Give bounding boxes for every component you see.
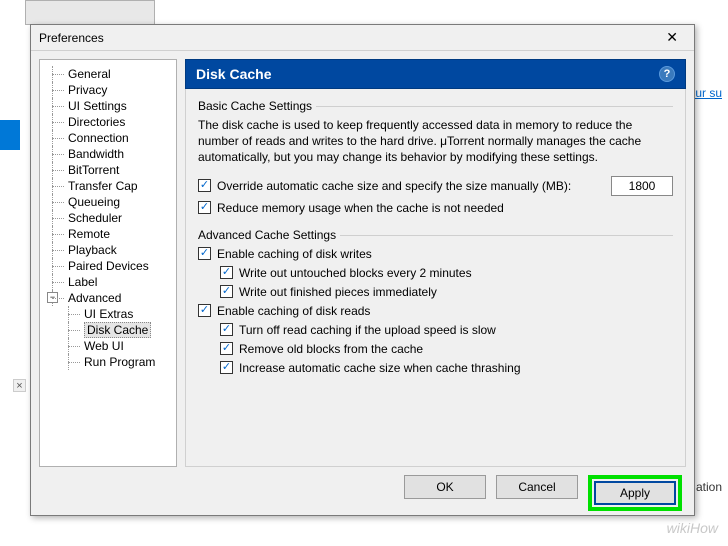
writes-finished-checkbox[interactable]: ✓ (220, 285, 233, 298)
reads-checkbox[interactable]: ✓ (198, 304, 211, 317)
titlebar: Preferences ✕ (31, 25, 694, 51)
category-tree[interactable]: General Privacy UI Settings Directories … (39, 59, 177, 467)
watermark: wikiHow (667, 520, 718, 536)
preferences-dialog: Preferences ✕ General Privacy UI Setting… (30, 24, 695, 516)
tree-item-privacy[interactable]: Privacy (42, 82, 174, 98)
tree-item-ui-extras[interactable]: UI Extras (42, 306, 174, 322)
tree-item-queueing[interactable]: Queueing (42, 194, 174, 210)
ok-button[interactable]: OK (404, 475, 486, 499)
tree-item-playback[interactable]: Playback (42, 242, 174, 258)
tree-item-scheduler[interactable]: Scheduler (42, 210, 174, 226)
expander-icon[interactable]: − (47, 292, 58, 303)
tree-item-transfer-cap[interactable]: Transfer Cap (42, 178, 174, 194)
panel-title: Disk Cache (196, 66, 271, 82)
writes-row: ✓ Enable caching of disk writes (198, 247, 673, 261)
basic-description: The disk cache is used to keep frequentl… (198, 117, 673, 166)
reads-remove-row: ✓ Remove old blocks from the cache (220, 342, 673, 356)
reads-thrash-checkbox[interactable]: ✓ (220, 361, 233, 374)
reduce-label: Reduce memory usage when the cache is no… (217, 201, 504, 215)
writes-checkbox[interactable]: ✓ (198, 247, 211, 260)
override-checkbox[interactable]: ✓ (198, 179, 211, 192)
writes-label: Enable caching of disk writes (217, 247, 372, 261)
tree-item-connection[interactable]: Connection (42, 130, 174, 146)
writes-finished-row: ✓ Write out finished pieces immediately (220, 285, 673, 299)
reduce-row: ✓ Reduce memory usage when the cache is … (198, 201, 673, 215)
apply-button[interactable]: Apply (594, 481, 676, 505)
tree-item-ui-settings[interactable]: UI Settings (42, 98, 174, 114)
button-row: OK Cancel Apply (31, 475, 694, 521)
tree-item-bandwidth[interactable]: Bandwidth (42, 146, 174, 162)
panel-header: Disk Cache ? (185, 59, 686, 89)
reads-upload-row: ✓ Turn off read caching if the upload sp… (220, 323, 673, 337)
tree-item-run-program[interactable]: Run Program (42, 354, 174, 370)
override-row: ✓ Override automatic cache size and spec… (198, 176, 673, 196)
advanced-group-title: Advanced Cache Settings (198, 228, 673, 242)
apply-highlight: Apply (588, 475, 682, 511)
tree-item-bittorrent[interactable]: BitTorrent (42, 162, 174, 178)
writes-untouched-label: Write out untouched blocks every 2 minut… (239, 266, 472, 280)
background-sidebar-highlight (0, 120, 20, 150)
reads-remove-label: Remove old blocks from the cache (239, 342, 423, 356)
reads-label: Enable caching of disk reads (217, 304, 370, 318)
cache-size-input[interactable]: 1800 (611, 176, 673, 196)
basic-group-title: Basic Cache Settings (198, 99, 673, 113)
writes-untouched-row: ✓ Write out untouched blocks every 2 min… (220, 266, 673, 280)
tree-item-label[interactable]: Label (42, 274, 174, 290)
reads-thrash-label: Increase automatic cache size when cache… (239, 361, 521, 375)
tree-item-directories[interactable]: Directories (42, 114, 174, 130)
dialog-title: Preferences (39, 31, 104, 45)
reads-remove-checkbox[interactable]: ✓ (220, 342, 233, 355)
reads-upload-checkbox[interactable]: ✓ (220, 323, 233, 336)
tree-item-web-ui[interactable]: Web UI (42, 338, 174, 354)
tree-item-disk-cache[interactable]: Disk Cache (42, 322, 174, 338)
writes-untouched-checkbox[interactable]: ✓ (220, 266, 233, 279)
close-icon[interactable]: ✕ (658, 29, 686, 46)
reads-upload-label: Turn off read caching if the upload spee… (239, 323, 496, 337)
tree-item-paired-devices[interactable]: Paired Devices (42, 258, 174, 274)
panel-body: Basic Cache Settings The disk cache is u… (185, 89, 686, 467)
writes-finished-label: Write out finished pieces immediately (239, 285, 437, 299)
background-text-fragment: ation (696, 480, 722, 494)
reads-row: ✓ Enable caching of disk reads (198, 304, 673, 318)
tree-item-general[interactable]: General (42, 66, 174, 82)
background-tab (25, 0, 155, 25)
tree-item-advanced[interactable]: − Advanced (42, 290, 174, 306)
cancel-button[interactable]: Cancel (496, 475, 578, 499)
background-close-icon[interactable]: × (13, 379, 26, 392)
tree-item-remote[interactable]: Remote (42, 226, 174, 242)
dialog-content: General Privacy UI Settings Directories … (31, 51, 694, 475)
override-label: Override automatic cache size and specif… (217, 179, 571, 193)
reduce-checkbox[interactable]: ✓ (198, 201, 211, 214)
help-icon[interactable]: ? (659, 66, 675, 82)
settings-panel: Disk Cache ? Basic Cache Settings The di… (185, 59, 686, 467)
reads-thrash-row: ✓ Increase automatic cache size when cac… (220, 361, 673, 375)
